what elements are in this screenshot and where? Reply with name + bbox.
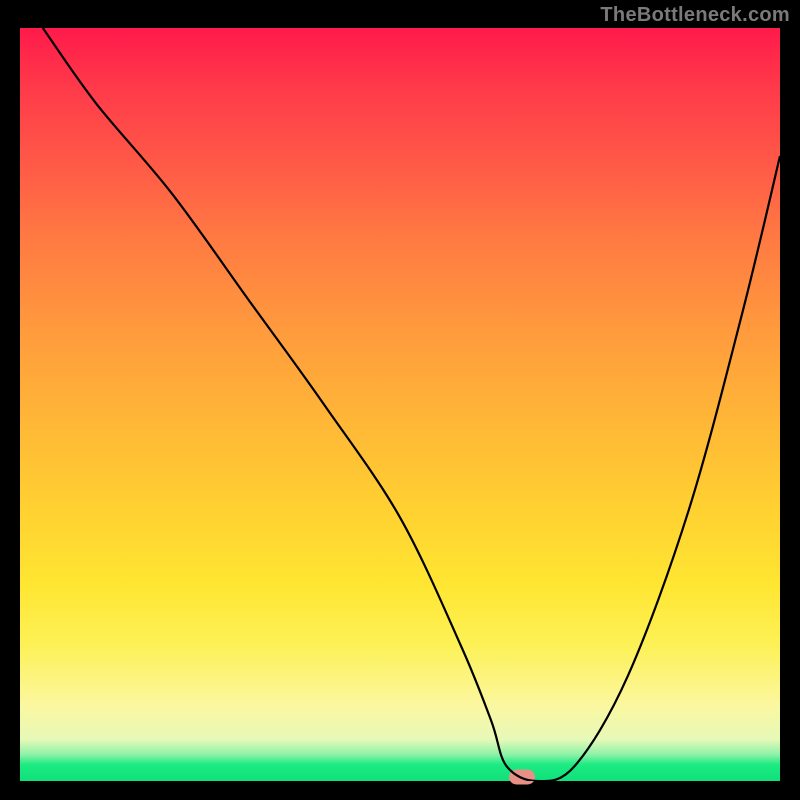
chart-frame: TheBottleneck.com	[0, 0, 800, 800]
plot-area	[20, 28, 780, 781]
bottleneck-curve	[20, 28, 780, 781]
watermark-text: TheBottleneck.com	[600, 4, 790, 27]
curve-path	[43, 28, 780, 781]
